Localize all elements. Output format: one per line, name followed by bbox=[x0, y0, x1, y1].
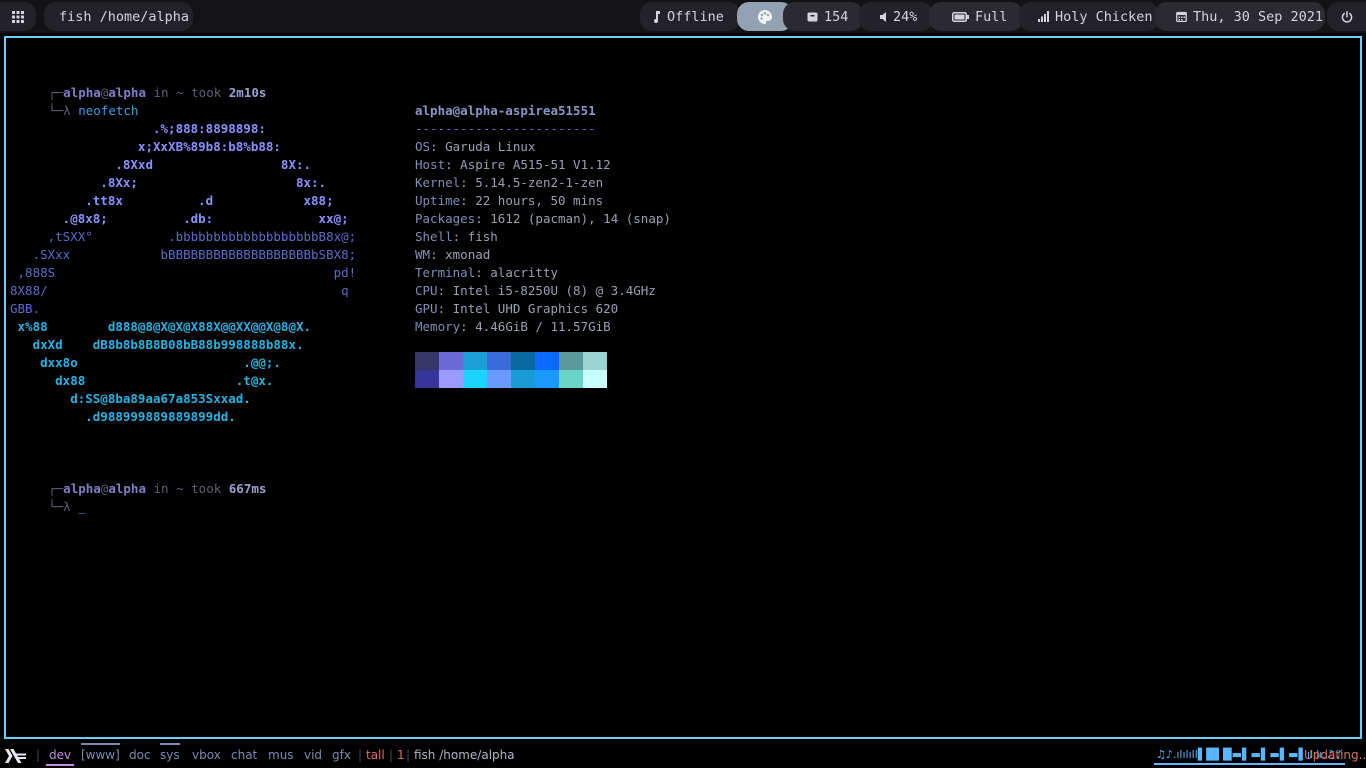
text-cursor: _ bbox=[78, 499, 86, 514]
logo-line: .%;888:8898898: bbox=[10, 121, 266, 136]
logo-line: .SXxx bBBBBBBBBBBBBBBBBBBBbSBX8; bbox=[10, 247, 357, 262]
prompt-duration: 2m10s bbox=[228, 85, 267, 100]
info-row: Memory: 4.46GiB / 11.57GiB bbox=[415, 319, 611, 334]
logo-line: .tt8x .d x88; bbox=[10, 193, 334, 208]
prompt-line: ┌─alpha@alpha in ~ took 2m10s bbox=[48, 85, 267, 100]
palette-swatch bbox=[535, 370, 559, 388]
music-note-icon bbox=[653, 10, 661, 23]
status-text: Updating... bbox=[1304, 748, 1366, 762]
palette-swatch bbox=[535, 352, 559, 370]
palette-swatch bbox=[439, 352, 463, 370]
logo-line: .8Xx; 8x:. bbox=[10, 175, 327, 190]
layout-indicator[interactable]: tall bbox=[366, 748, 385, 762]
info-title: alpha@alpha-aspirea51551 bbox=[415, 103, 596, 118]
workspace-sys[interactable]: sys bbox=[160, 743, 180, 762]
info-row: WM: xmonad bbox=[415, 247, 491, 262]
window-title: fish /home/alpha bbox=[44, 2, 193, 31]
workspace-mus[interactable]: mus bbox=[268, 748, 294, 762]
window-count: 1 bbox=[397, 748, 405, 762]
info-row: GPU: Intel UHD Graphics 620 bbox=[415, 301, 619, 316]
prompt-host: alpha bbox=[108, 481, 146, 496]
info-row: Shell: fish bbox=[415, 229, 498, 244]
palette-swatch bbox=[463, 370, 487, 388]
palette-swatch bbox=[487, 370, 511, 388]
palette-swatch bbox=[511, 370, 535, 388]
package-icon bbox=[807, 11, 818, 22]
logo-line: x;XxXB%89b8:b8%b88: bbox=[10, 139, 281, 154]
workspace-chat[interactable]: chat bbox=[231, 748, 257, 762]
battery-status: Full bbox=[975, 8, 1008, 25]
palette-swatch bbox=[583, 370, 607, 388]
updates-widget[interactable]: 154 bbox=[783, 2, 863, 31]
info-row: Packages: 1612 (pacman), 14 (snap) bbox=[415, 211, 671, 226]
power-icon bbox=[1341, 10, 1352, 23]
command-line: └─λ neofetch bbox=[48, 103, 139, 118]
info-row: Host: Aspire A515-51 V1.12 bbox=[415, 157, 611, 172]
info-row: Terminal: alacritty bbox=[415, 265, 559, 280]
focused-window-title: fish /home/alpha bbox=[414, 748, 515, 762]
date-widget[interactable]: Thu, 30 Sep 2021 bbox=[1155, 2, 1325, 31]
workspace-vid[interactable]: vid bbox=[304, 748, 322, 762]
palette-swatch bbox=[463, 352, 487, 370]
volume-widget[interactable]: 24% bbox=[859, 2, 933, 31]
logo-line: .d988999889889899dd. bbox=[10, 409, 236, 424]
workspace-vbox[interactable]: vbox bbox=[192, 748, 221, 762]
info-row: CPU: Intel i5-8250U (8) @ 3.4GHz bbox=[415, 283, 656, 298]
command-text: neofetch bbox=[78, 103, 139, 118]
logo-line: dxx8o .@@;. bbox=[10, 355, 281, 370]
input-line[interactable]: └─λ _ bbox=[18, 480, 86, 514]
logo-line: d:SS@8ba89aa67a853Sxxad. bbox=[10, 391, 251, 406]
palette-swatch bbox=[439, 370, 463, 388]
network-widget[interactable]: Holy Chicken bbox=[1019, 2, 1159, 31]
palette-swatch bbox=[559, 352, 583, 370]
workspace-gfx[interactable]: gfx bbox=[332, 748, 351, 762]
apps-button[interactable] bbox=[0, 2, 36, 31]
color-palette bbox=[415, 352, 607, 388]
logo-line: .@8x8; .db: xx@; bbox=[10, 211, 349, 226]
logo-line: ,tSXX° .bbbbbbbbbbbbbbbbbbbB8x@; bbox=[10, 229, 357, 244]
volume-level: 24% bbox=[893, 8, 918, 25]
palette-swatch bbox=[487, 352, 511, 370]
battery-icon bbox=[952, 11, 969, 22]
prompt-duration: 667ms bbox=[228, 481, 267, 496]
speaker-icon bbox=[880, 11, 887, 22]
palette-icon bbox=[758, 9, 772, 24]
xmonad-logo-icon[interactable] bbox=[5, 748, 26, 767]
prompt-line: ┌─alpha@alpha in ~ took 667ms bbox=[48, 481, 267, 496]
palette-swatch bbox=[415, 370, 439, 388]
bottom-bar: | dev [www] doc sys vbox chat mus vid gf… bbox=[0, 742, 1366, 768]
music-status: Offline bbox=[667, 8, 724, 25]
logo-line: 8X88/ q bbox=[10, 283, 349, 298]
info-row: OS: Garuda Linux bbox=[415, 139, 536, 154]
palette-swatch bbox=[583, 352, 607, 370]
palette-swatch bbox=[415, 352, 439, 370]
signal-icon bbox=[1038, 11, 1049, 22]
logo-line: GBB. bbox=[10, 301, 41, 316]
date-text: Thu, 30 Sep 2021 bbox=[1193, 8, 1324, 25]
info-row: Uptime: 22 hours, 50 mins bbox=[415, 193, 604, 208]
palette-swatch bbox=[559, 370, 583, 388]
workspace-doc[interactable]: doc bbox=[129, 748, 151, 762]
info-rule: ------------------------ bbox=[415, 121, 596, 136]
terminal-window[interactable]: ┌─alpha@alpha in ~ took 2m10s └─λ neofet… bbox=[4, 36, 1362, 739]
logo-line: dx88 .t@x. bbox=[10, 373, 274, 388]
top-bar: fish /home/alpha Offline 154 24% Full Ho… bbox=[0, 0, 1366, 33]
grid-icon bbox=[12, 10, 24, 23]
network-name: Holy Chicken bbox=[1055, 8, 1153, 25]
power-button[interactable] bbox=[1327, 2, 1366, 31]
logo-line: x%88 d888@8@X@X@X88X@@XX@@X@8@X. bbox=[10, 319, 312, 334]
logo-line: .8Xxd 8X:. bbox=[10, 157, 312, 172]
calendar-icon bbox=[1176, 11, 1187, 22]
battery-widget[interactable]: Full bbox=[929, 2, 1023, 31]
logo-line: dxXd dB8b8b8B8B08bB88b998888b88x. bbox=[10, 337, 304, 352]
updates-count: 154 bbox=[824, 8, 849, 25]
workspace-www[interactable]: [www] bbox=[81, 743, 120, 762]
palette-swatch bbox=[511, 352, 535, 370]
music-widget[interactable]: Offline bbox=[640, 2, 740, 31]
window-title-text: fish /home/alpha bbox=[59, 8, 190, 25]
logo-line: ,888S pd! bbox=[10, 265, 357, 280]
info-row: Kernel: 5.14.5-zen2-1-zen bbox=[415, 175, 604, 190]
workspace-dev[interactable]: dev bbox=[45, 748, 75, 766]
